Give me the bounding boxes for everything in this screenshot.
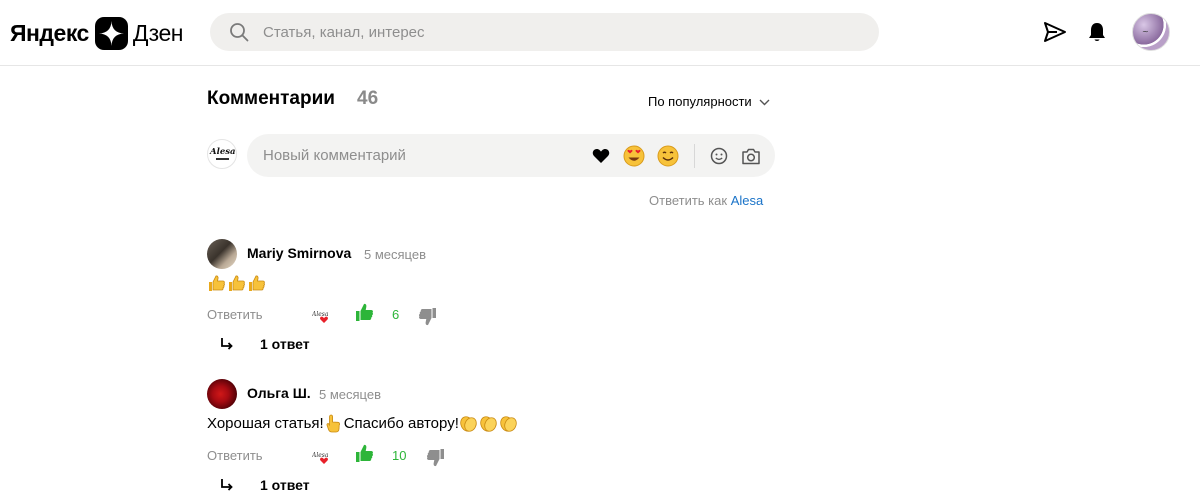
my-avatar: Alesa <box>207 139 237 169</box>
comment-author-name[interactable]: Mariy Smirnova <box>247 245 351 261</box>
comment-text-part-1: Хорошая статья! <box>207 415 324 432</box>
sort-dropdown[interactable]: По популярности <box>648 94 770 109</box>
logo-word-dzen: Дзен <box>132 19 184 46</box>
reply-arrow-icon <box>220 478 246 492</box>
heart-eyes-emoji-icon[interactable] <box>622 144 646 168</box>
profile-avatar-mark: ~ <box>1142 27 1149 36</box>
reply-as-prefix: Ответить как <box>649 193 728 208</box>
replies-toggle[interactable]: 1 ответ <box>220 336 310 352</box>
thumbs-up-emoji-icon <box>207 274 226 293</box>
new-comment-box[interactable] <box>247 134 775 177</box>
thumbs-up-emoji-icon <box>227 274 246 293</box>
clapping-hands-emoji-icon <box>479 414 498 433</box>
search-icon <box>229 22 249 47</box>
comments-count: 46 <box>357 88 379 109</box>
comment-text <box>207 274 267 293</box>
profile-avatar[interactable]: ~ <box>1132 13 1170 51</box>
comment-time: 5 месяцев <box>364 247 426 262</box>
like-thumb-icon[interactable] <box>355 444 374 468</box>
chevron-down-icon <box>752 94 770 109</box>
like-thumb-icon[interactable] <box>355 303 374 327</box>
reply-arrow-icon <box>220 337 246 351</box>
clapping-hands-emoji-icon <box>499 414 518 433</box>
like-count: 10 <box>392 448 407 463</box>
replies-count-label: 1 ответ <box>260 477 310 493</box>
clapping-hands-emoji-icon <box>459 414 478 433</box>
comment-time: 5 месяцев <box>319 387 381 402</box>
zen-star-icon <box>94 16 128 50</box>
like-count: 6 <box>392 307 400 322</box>
divider <box>694 144 695 168</box>
pointing-hand-emoji-icon <box>324 414 343 433</box>
bell-icon[interactable] <box>1087 21 1107 48</box>
comment-author-name[interactable]: Ольга Ш. <box>247 385 311 401</box>
dislike-thumb-icon[interactable] <box>426 448 445 472</box>
heart-icon[interactable] <box>589 144 613 168</box>
smile-emoji-icon[interactable] <box>656 144 680 168</box>
zen-logo[interactable]: Яндекс Дзен <box>10 16 183 50</box>
camera-icon[interactable] <box>739 144 763 168</box>
reply-as-line: Ответить как Alesa <box>649 193 763 208</box>
dislike-thumb-icon[interactable] <box>418 307 437 331</box>
author-liked-badge-icon: Alesa <box>311 448 330 466</box>
top-bar: Яндекс Дзен ~ <box>0 0 1200 66</box>
my-avatar-text: Alesa <box>210 147 236 157</box>
replies-toggle[interactable]: 1 ответ <box>220 477 310 493</box>
logo-word-yandex: Яндекс <box>10 19 89 46</box>
comment-author-avatar[interactable] <box>207 379 237 409</box>
reply-button[interactable]: Ответить <box>207 448 263 463</box>
emoji-picker-icon[interactable] <box>707 144 731 168</box>
comment-text-part-2: Спасибо автору! <box>343 415 459 432</box>
search-input[interactable] <box>263 13 843 51</box>
author-liked-badge-icon: Alesa <box>311 307 330 325</box>
new-comment-input[interactable] <box>263 134 583 177</box>
comment-author-avatar[interactable] <box>207 239 237 269</box>
comment-text: Хорошая статья! Спасибо автору! <box>207 414 519 433</box>
reply-button[interactable]: Ответить <box>207 307 263 322</box>
send-icon[interactable] <box>1043 21 1067 48</box>
sort-label: По популярности <box>648 94 752 109</box>
search-bar[interactable] <box>210 13 879 51</box>
replies-count-label: 1 ответ <box>260 336 310 352</box>
thumbs-up-emoji-icon <box>247 274 266 293</box>
reply-as-name-link[interactable]: Alesa <box>731 193 764 208</box>
comments-title: Комментарии <box>207 88 335 109</box>
